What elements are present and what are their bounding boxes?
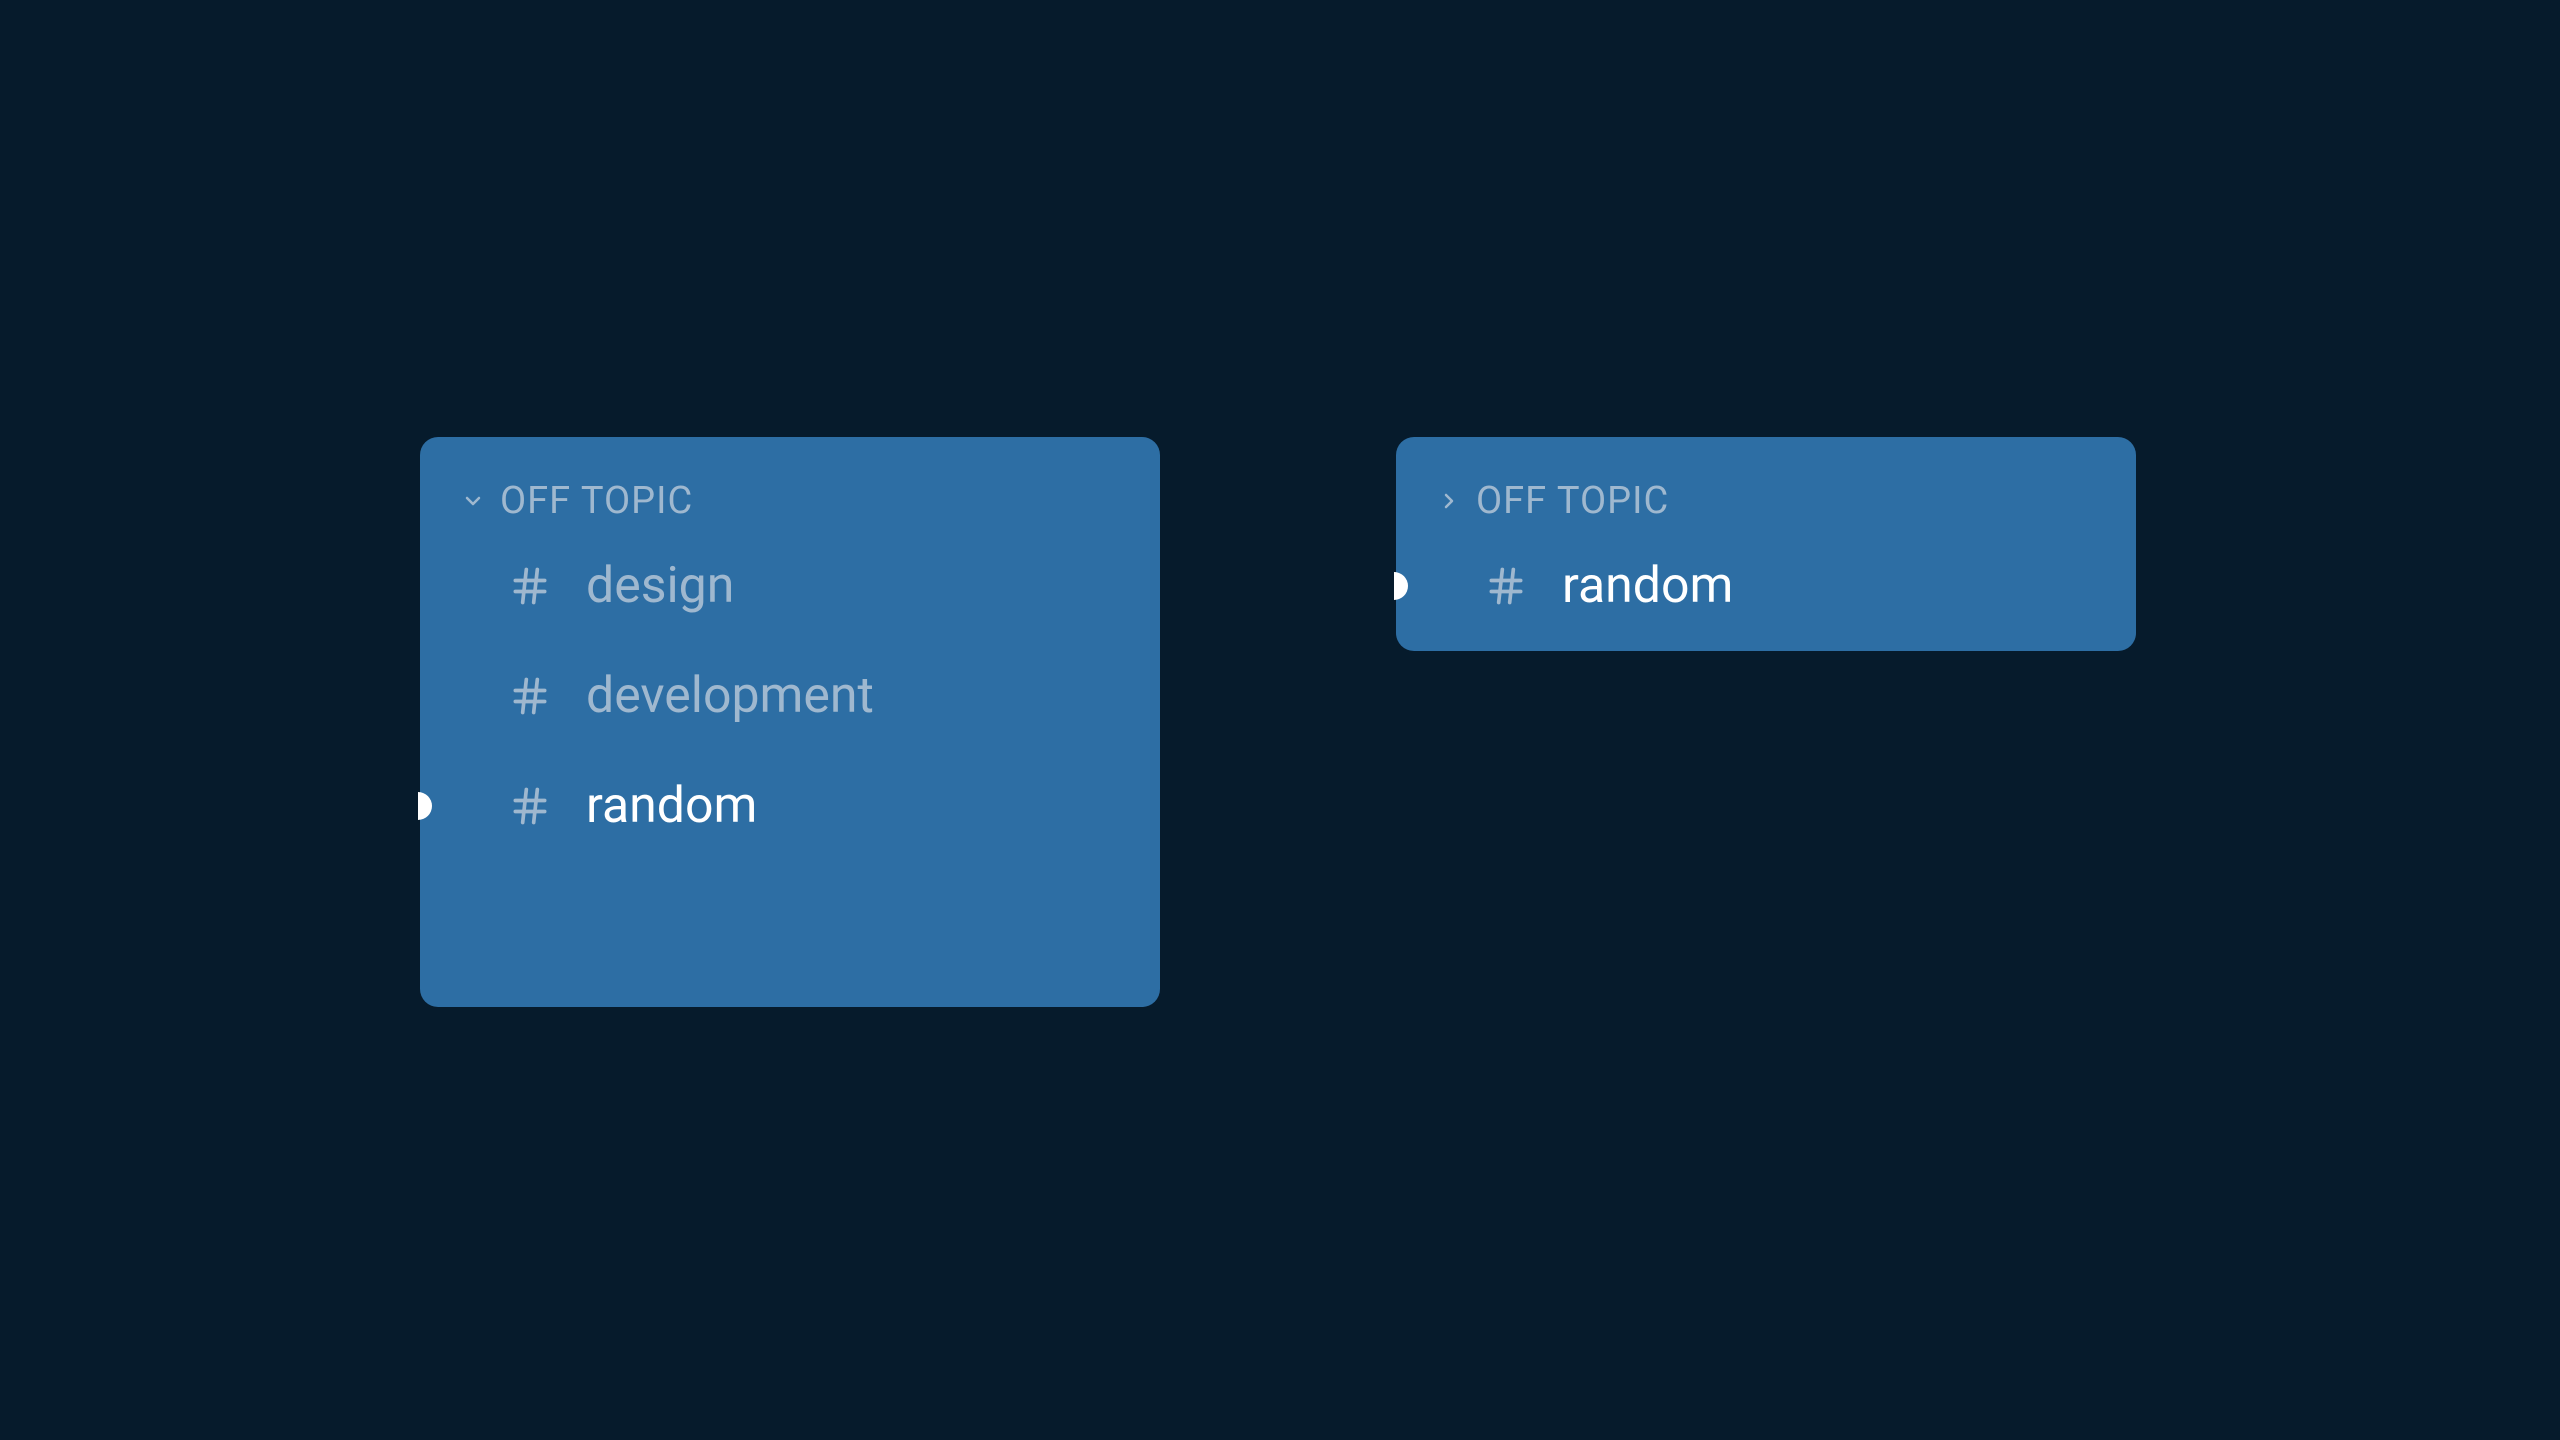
channel-list: random (1436, 557, 2096, 615)
channel-item-random[interactable]: random (1484, 557, 2096, 615)
active-indicator (1394, 572, 1408, 600)
channel-list: design development random (460, 557, 1120, 835)
category-label: OFF TOPIC (1476, 479, 1669, 523)
channel-item-design[interactable]: design (508, 557, 1120, 615)
hash-icon (508, 784, 552, 828)
hash-icon (508, 674, 552, 718)
channel-item-random[interactable]: random (508, 777, 1120, 835)
category-header[interactable]: OFF TOPIC (1436, 479, 2096, 523)
category-header[interactable]: OFF TOPIC (460, 479, 1120, 523)
channel-category-panel-collapsed: OFF TOPIC random (1396, 437, 2136, 651)
hash-icon (508, 564, 552, 608)
channel-name: design (586, 557, 734, 615)
channel-item-development[interactable]: development (508, 667, 1120, 725)
channel-name: random (586, 777, 757, 835)
channel-category-panel-expanded: OFF TOPIC design development random (420, 437, 1160, 1007)
chevron-right-icon (1436, 488, 1462, 514)
channel-name: random (1562, 557, 1733, 615)
channel-name: development (586, 667, 874, 725)
chevron-down-icon (460, 488, 486, 514)
category-label: OFF TOPIC (500, 479, 693, 523)
active-indicator (418, 792, 432, 820)
hash-icon (1484, 564, 1528, 608)
